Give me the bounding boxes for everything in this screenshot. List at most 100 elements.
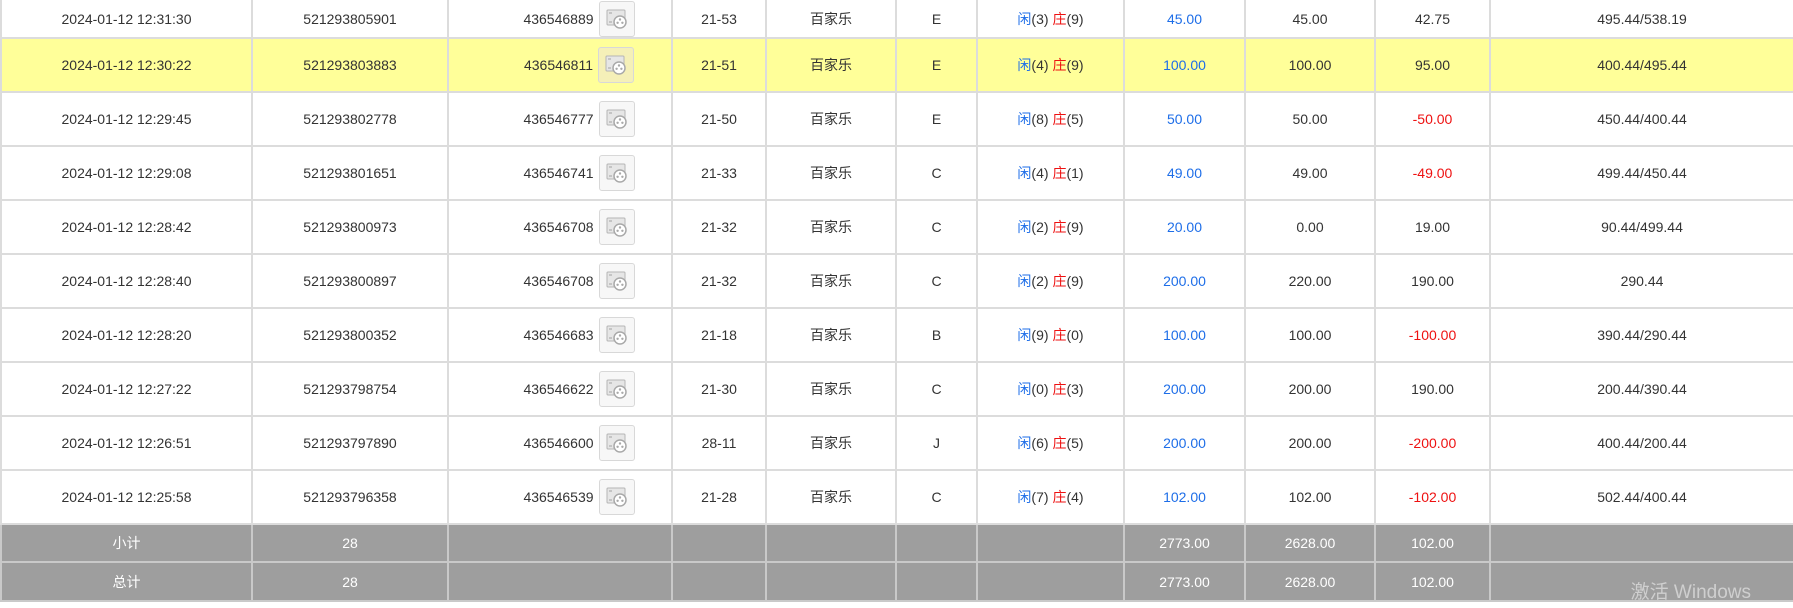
table-no: 28-11 xyxy=(671,415,767,471)
banker-label: 庄 xyxy=(1052,381,1067,397)
total-row: 总计 28 2773.00 2628.00 102.00 xyxy=(0,561,1793,602)
balance-change: 200.44/390.44 xyxy=(1489,361,1793,417)
banker-label: 庄 xyxy=(1052,435,1067,451)
table-no: 21-51 xyxy=(671,37,767,93)
bet-time: 2024-01-12 12:27:22 xyxy=(0,361,253,417)
banker-label: 庄 xyxy=(1052,219,1067,235)
subtotal-win: 102.00 xyxy=(1374,523,1491,563)
player-label: 闲 xyxy=(1017,381,1032,397)
game-name: 百家乐 xyxy=(765,253,897,309)
bet-amount: 102.00 xyxy=(1123,469,1246,525)
film-reel-icon[interactable] xyxy=(598,425,635,461)
bet-amount: 45.00 xyxy=(1123,0,1246,39)
film-reel-icon[interactable] xyxy=(598,209,635,245)
table-row[interactable]: 2024-01-12 12:28:42 521293800973 436546708… xyxy=(0,199,1793,255)
round-id-cell: 436546600 xyxy=(447,415,673,471)
result-cell: 闲(6) 庄(5) xyxy=(976,415,1125,471)
player-label: 闲 xyxy=(1017,273,1032,289)
bet-amount: 100.00 xyxy=(1123,37,1246,93)
win-amount: 42.75 xyxy=(1374,0,1491,39)
room-code: E xyxy=(895,91,978,147)
film-reel-icon[interactable] xyxy=(598,479,635,515)
balance-change: 450.44/400.44 xyxy=(1489,91,1793,147)
valid-amount: 0.00 xyxy=(1244,199,1376,255)
player-points: (2) xyxy=(1031,219,1049,235)
room-code: C xyxy=(895,145,978,201)
film-reel-icon[interactable] xyxy=(598,371,635,407)
room-code: C xyxy=(895,199,978,255)
bet-id: 521293803883 xyxy=(251,37,449,93)
film-reel-icon[interactable] xyxy=(598,155,635,191)
round-id: 436546600 xyxy=(523,435,594,451)
table-row[interactable]: 2024-01-12 12:26:51 521293797890 436546600… xyxy=(0,415,1793,471)
result-cell: 闲(7) 庄(4) xyxy=(976,469,1125,525)
bet-id: 521293801651 xyxy=(251,145,449,201)
banker-points: (4) xyxy=(1066,489,1084,505)
valid-amount: 100.00 xyxy=(1244,37,1376,93)
bet-id: 521293800973 xyxy=(251,199,449,255)
balance-change: 499.44/450.44 xyxy=(1489,145,1793,201)
bet-time: 2024-01-12 12:29:45 xyxy=(0,91,253,147)
banker-label: 庄 xyxy=(1052,273,1067,289)
win-amount: 190.00 xyxy=(1374,361,1491,417)
table-no: 21-32 xyxy=(671,199,767,255)
film-reel-icon[interactable] xyxy=(598,317,635,353)
table-row[interactable]: 2024-01-12 12:29:08 521293801651 436546741… xyxy=(0,145,1793,201)
round-id-cell: 436546683 xyxy=(447,307,673,363)
valid-amount: 45.00 xyxy=(1244,0,1376,39)
round-id-cell: 436546708 xyxy=(447,199,673,255)
balance-change: 390.44/290.44 xyxy=(1489,307,1793,363)
round-id-cell: 436546889 xyxy=(447,0,673,39)
bet-amount: 200.00 xyxy=(1123,415,1246,471)
table-no: 21-32 xyxy=(671,253,767,309)
bet-id: 521293800897 xyxy=(251,253,449,309)
balance-change: 495.44/538.19 xyxy=(1489,0,1793,39)
win-amount: -49.00 xyxy=(1374,145,1491,201)
balance-change: 400.44/495.44 xyxy=(1489,37,1793,93)
film-reel-icon[interactable] xyxy=(598,47,635,83)
table-row[interactable]: 2024-01-12 12:29:45 521293802778 436546777… xyxy=(0,91,1793,147)
round-id: 436546683 xyxy=(523,327,594,343)
win-amount: -200.00 xyxy=(1374,415,1491,471)
result-cell: 闲(2) 庄(9) xyxy=(976,253,1125,309)
table-row[interactable]: 2024-01-12 12:30:22 521293803883 436546811… xyxy=(0,37,1793,93)
round-id-cell: 436546539 xyxy=(447,469,673,525)
table-row[interactable]: 2024-01-12 12:25:58 521293796358 436546539… xyxy=(0,469,1793,525)
balance-change: 502.44/400.44 xyxy=(1489,469,1793,525)
bet-time: 2024-01-12 12:30:22 xyxy=(0,37,253,93)
banker-label: 庄 xyxy=(1052,327,1067,343)
player-points: (2) xyxy=(1031,273,1049,289)
player-label: 闲 xyxy=(1017,219,1032,235)
table-row[interactable]: 2024-01-12 12:31:30 521293805901 436546889… xyxy=(0,0,1793,39)
result-cell: 闲(9) 庄(0) xyxy=(976,307,1125,363)
bet-id: 521293805901 xyxy=(251,0,449,39)
player-points: (4) xyxy=(1031,57,1049,73)
bet-time: 2024-01-12 12:31:30 xyxy=(0,0,253,39)
round-id-cell: 436546777 xyxy=(447,91,673,147)
bet-id: 521293798754 xyxy=(251,361,449,417)
player-points: (0) xyxy=(1031,381,1049,397)
table-row[interactable]: 2024-01-12 12:28:20 521293800352 436546683… xyxy=(0,307,1793,363)
bet-time: 2024-01-12 12:28:20 xyxy=(0,307,253,363)
room-code: J xyxy=(895,415,978,471)
round-id: 436546777 xyxy=(523,111,594,127)
result-cell: 闲(4) 庄(1) xyxy=(976,145,1125,201)
table-no: 21-18 xyxy=(671,307,767,363)
game-name: 百家乐 xyxy=(765,415,897,471)
table-row[interactable]: 2024-01-12 12:27:22 521293798754 436546622… xyxy=(0,361,1793,417)
total-valid: 2628.00 xyxy=(1244,561,1376,602)
game-name: 百家乐 xyxy=(765,361,897,417)
round-id: 436546811 xyxy=(523,57,594,73)
win-amount: 190.00 xyxy=(1374,253,1491,309)
valid-amount: 50.00 xyxy=(1244,91,1376,147)
player-label: 闲 xyxy=(1017,57,1032,73)
film-reel-icon[interactable] xyxy=(598,0,635,36)
win-amount: -100.00 xyxy=(1374,307,1491,363)
total-win: 102.00 xyxy=(1374,561,1491,602)
film-reel-icon[interactable] xyxy=(598,263,635,299)
bet-amount: 20.00 xyxy=(1123,199,1246,255)
result-cell: 闲(8) 庄(5) xyxy=(976,91,1125,147)
table-row[interactable]: 2024-01-12 12:28:40 521293800897 436546708… xyxy=(0,253,1793,309)
film-reel-icon[interactable] xyxy=(598,101,635,137)
table-body: 2024-01-12 12:31:30 521293805901 436546889… xyxy=(0,0,1793,525)
